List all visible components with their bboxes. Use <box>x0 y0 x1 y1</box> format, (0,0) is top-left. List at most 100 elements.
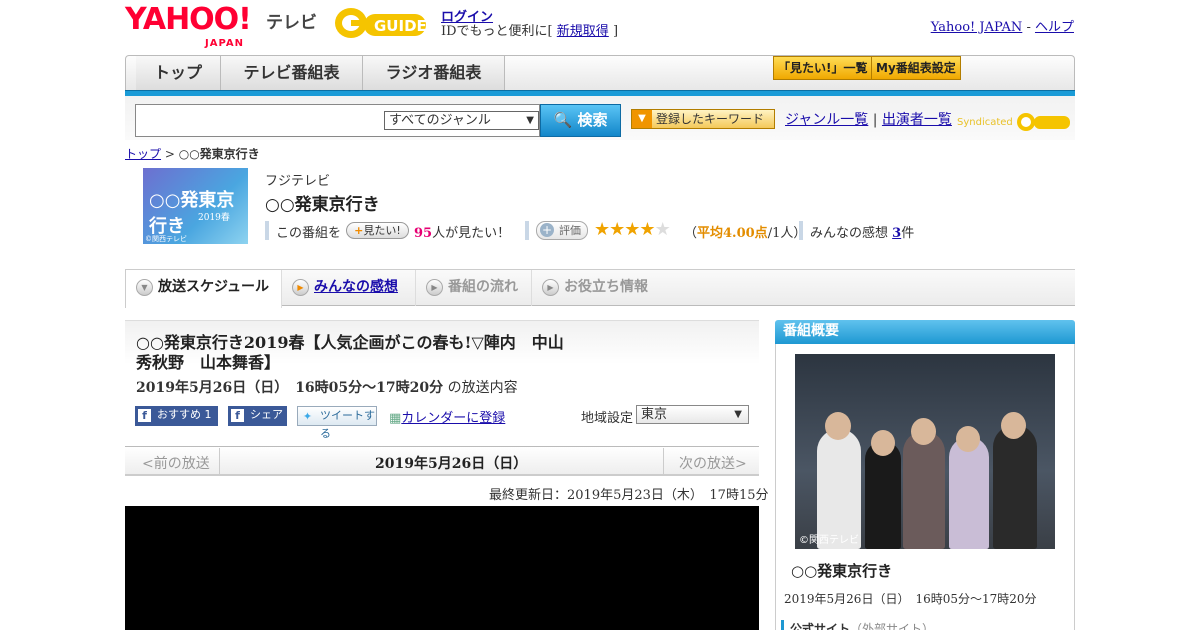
nav-separator <box>663 448 664 475</box>
photo-credit: ©関西テレビ <box>799 535 859 546</box>
cast-figure <box>903 431 945 549</box>
want-button-label: 見たい! <box>363 224 401 237</box>
genre-select[interactable]: すべてのジャンル ▼ <box>384 111 539 130</box>
tab-useful-info[interactable]: ▶ お役立ち情報 <box>532 270 662 306</box>
nav-tab-top[interactable]: トップ <box>136 56 221 91</box>
calendar-register-link[interactable]: ▦カレンダーに登録 <box>389 407 505 426</box>
yahoo-logo[interactable]: YAHOO! JAPAN <box>125 5 252 50</box>
twitter-icon: ✦ <box>302 410 313 423</box>
login-subtext: IDでもっと便利に[ 新規取得 ] <box>441 20 618 39</box>
previous-broadcast-link[interactable]: <前の放送 <box>142 453 210 473</box>
genre-links: ジャンル一覧 | 出演者一覧 <box>785 112 952 128</box>
help-link[interactable]: ヘルプ <box>1035 20 1074 35</box>
want-count-number: 95 <box>414 226 433 241</box>
signup-link[interactable]: 新規取得 <box>557 24 609 39</box>
sidebar-broadcast-date: 2019年5月26日（日） 16時05分～17時20分 <box>784 592 1037 606</box>
facebook-share-label: シェア <box>250 408 283 421</box>
nav-tab-radio-schedule[interactable]: ラジオ番組表 <box>363 56 505 91</box>
login-sub-suffix: ] <box>612 24 619 39</box>
sidebar-program-title: ○○発東京行き <box>791 562 893 580</box>
chevron-down-icon: ▼ <box>734 409 742 420</box>
episode-title: ○○発東京行き2019春【人気企画がこの春も!▽陣内 中山秀秋野 山本舞香】 <box>136 333 564 372</box>
top-right-links: Yahoo! JAPAN - ヘルプ <box>930 20 1074 35</box>
divider-bar <box>265 221 269 240</box>
registered-keyword-button[interactable]: ▼ 登録したキーワード <box>631 109 775 129</box>
cast-figure <box>993 425 1037 549</box>
breadcrumb-separator: > <box>164 147 175 161</box>
rating-average: （平均4.00点/1人） <box>684 222 806 241</box>
next-broadcast-link[interactable]: 次の放送> <box>679 453 747 473</box>
search-button[interactable]: 🔍 検索 <box>540 104 621 137</box>
rate-button[interactable]: + 評価 <box>536 221 588 240</box>
breadcrumb-current: ○○発東京行き <box>178 147 260 161</box>
impressions-summary: みんなの感想 3件 <box>810 222 914 241</box>
divider-bar <box>525 221 529 240</box>
impressions-count-link[interactable]: 3 <box>892 226 901 241</box>
want-prefix: この番組を <box>276 226 342 241</box>
tweet-label: ツイートする <box>320 409 375 440</box>
tweet-button[interactable]: ✦ ツイートする <box>297 406 377 440</box>
tab-arrow-icon: ▼ <box>136 279 153 296</box>
want-count: 95人が見たい！ <box>414 222 510 241</box>
facebook-icon: f <box>138 409 151 422</box>
facebook-share-button[interactable]: f シェア <box>228 406 287 426</box>
tab-broadcast-schedule[interactable]: ▼ 放送スケジュール <box>125 270 282 308</box>
want-list-button[interactable]: 「見たい!」一覧 <box>773 56 873 80</box>
registered-keyword-label: 登録したキーワード <box>656 112 765 126</box>
tab-arrow-icon: ▶ <box>426 279 443 296</box>
program-thumbnail[interactable]: ○○発東京行き 2019春 ©関西テレビ <box>143 168 248 244</box>
region-select[interactable]: 東京 ▼ <box>636 405 749 424</box>
chevron-down-icon: ▼ <box>526 115 534 126</box>
tab-arrow-icon: ▶ <box>542 279 559 296</box>
cast-head <box>871 430 895 456</box>
tab-program-flow[interactable]: ▶ 番組の流れ <box>416 270 532 306</box>
tv-logo-text: テレビ <box>266 13 317 33</box>
region-select-value: 東京 <box>641 407 668 422</box>
program-tabs: ▼ 放送スケジュール ▶ みんなの感想 ▶ 番組の流れ ▶ お役立ち情報 <box>125 269 1075 308</box>
gguide-mini-logo-icon <box>1016 113 1070 131</box>
my-schedule-button[interactable]: My番組表設定 <box>871 56 961 80</box>
episode-date: 2019年5月26日（日） 16時05分～17時20分 <box>136 380 444 396</box>
gguide-logo[interactable]: GUIDE <box>334 6 432 40</box>
want-to-watch-button[interactable]: +見たい! <box>346 222 409 239</box>
nav-tab-tv-schedule[interactable]: テレビ番組表 <box>221 56 363 91</box>
genre-list-link[interactable]: ジャンル一覧 <box>785 112 868 128</box>
cast-figure <box>865 441 901 549</box>
star-icon: ★ <box>594 219 610 240</box>
login-sub-prefix: IDでもっと便利に[ <box>441 24 553 39</box>
thumbnail-credit: ©関西テレビ <box>145 235 187 243</box>
cast-head <box>956 426 980 452</box>
cast-photo[interactable]: ©関西テレビ <box>795 354 1055 549</box>
program-title: ○○発東京行き <box>265 195 380 215</box>
plus-icon: + <box>354 224 364 237</box>
cast-head <box>1001 412 1026 439</box>
cast-head <box>825 412 851 440</box>
current-broadcast-date: 2019年5月26日（日） <box>375 456 528 472</box>
rate-button-label: 評価 <box>559 224 581 237</box>
cast-figure <box>949 437 989 549</box>
calendar-icon: ▦ <box>389 411 402 426</box>
impressions-label: みんなの感想 <box>810 226 889 241</box>
yahoo-japan-link[interactable]: Yahoo! JAPAN <box>931 20 1023 35</box>
sidebar-header: 番組概要 <box>775 320 1075 344</box>
breadcrumb-top-link[interactable]: トップ <box>125 147 161 161</box>
facebook-recommend-button[interactable]: f おすすめ 1 <box>135 406 218 426</box>
breadcrumb: トップ > ○○発東京行き <box>125 145 260 162</box>
tab-label: みんなの感想 <box>314 279 398 295</box>
station-name: フジテレビ <box>265 174 331 189</box>
episode-date-suffix: の放送内容 <box>447 380 518 396</box>
tab-impressions[interactable]: ▶ みんなの感想 <box>282 270 416 306</box>
want-count-suffix: 人が見たい！ <box>432 226 511 241</box>
tab-label: お役立ち情報 <box>564 279 648 295</box>
performer-list-link[interactable]: 出演者一覧 <box>882 112 952 128</box>
plus-icon: + <box>540 223 554 237</box>
official-site-note: （外部サイト） <box>850 622 935 630</box>
facebook-icon: f <box>231 409 244 422</box>
rating-average-value: 平均4.00点 <box>697 226 768 241</box>
syndicated-text: Syndicated <box>957 117 1013 128</box>
gguide-logo-text: GUIDE <box>374 17 427 35</box>
tab-label: 番組の流れ <box>448 279 518 295</box>
divider-bar <box>799 221 803 240</box>
last-updated: 最終更新日：2019年5月23日（木） 17時15分 <box>489 488 769 503</box>
video-player[interactable] <box>125 506 759 630</box>
